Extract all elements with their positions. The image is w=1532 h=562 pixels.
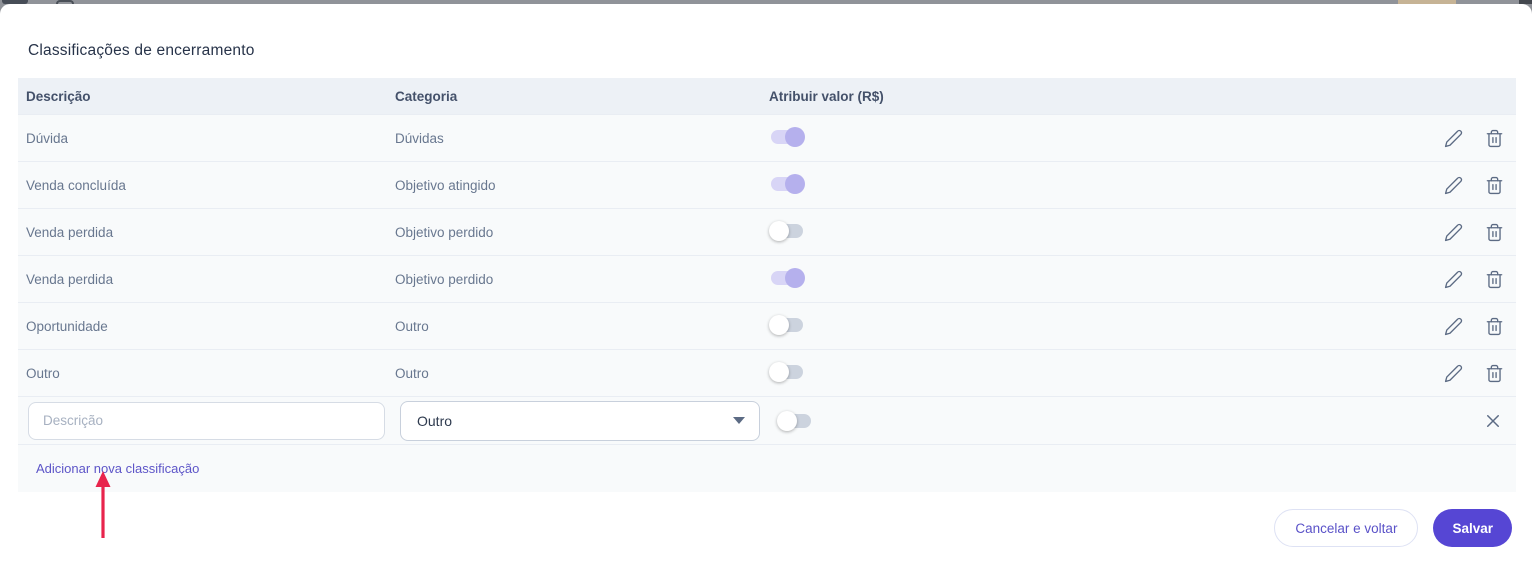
atribuir-valor-toggle[interactable]	[769, 314, 805, 336]
new-classification-row: Outro	[18, 396, 1516, 444]
pencil-icon[interactable]	[1444, 364, 1463, 383]
atribuir-valor-toggle[interactable]	[777, 410, 813, 432]
cell-categoria: Objetivo perdido	[395, 271, 494, 287]
cell-descricao: Venda perdida	[26, 271, 114, 287]
column-header-atribuir-valor: Atribuir valor (R$)	[769, 88, 884, 104]
trash-icon[interactable]	[1485, 223, 1504, 242]
classifications-table: Descrição Categoria Atribuir valor (R$) …	[18, 78, 1516, 492]
table-row: Dúvida Dúvidas	[18, 114, 1516, 161]
toggle-thumb	[785, 173, 805, 194]
save-button[interactable]: Salvar	[1433, 509, 1512, 547]
toggle-thumb	[777, 410, 797, 431]
chevron-down-icon	[733, 417, 745, 424]
atribuir-valor-toggle[interactable]	[769, 173, 805, 195]
cell-descricao: Dúvida	[26, 130, 69, 146]
atribuir-valor-toggle[interactable]	[769, 361, 805, 383]
toggle-thumb	[785, 267, 805, 288]
pencil-icon[interactable]	[1444, 223, 1463, 242]
cell-atribuir-valor	[769, 173, 1444, 198]
table-row: Venda perdida Objetivo perdido	[18, 255, 1516, 302]
cell-categoria: Objetivo perdido	[395, 224, 494, 240]
row-actions	[1444, 364, 1516, 383]
pencil-icon[interactable]	[1444, 176, 1463, 195]
page-title: Classificações de encerramento	[28, 42, 255, 59]
trash-icon[interactable]	[1485, 176, 1504, 195]
cell-categoria: Outro	[395, 365, 429, 381]
row-actions	[1444, 317, 1516, 336]
pencil-icon[interactable]	[1444, 317, 1463, 336]
cell-descricao: Venda perdida	[26, 224, 114, 240]
table-header: Descrição Categoria Atribuir valor (R$)	[18, 78, 1516, 114]
toggle-thumb	[785, 126, 805, 147]
trash-icon[interactable]	[1485, 129, 1504, 148]
table-row: Venda concluída Objetivo atingido	[18, 161, 1516, 208]
cell-atribuir-valor	[769, 126, 1444, 151]
atribuir-valor-toggle[interactable]	[769, 267, 805, 289]
descricao-input[interactable]	[28, 401, 385, 440]
categoria-select[interactable]: Outro	[400, 400, 760, 441]
add-new-classification-link[interactable]: Adicionar nova classificação	[36, 461, 199, 476]
row-actions	[1444, 223, 1516, 242]
categoria-select-value: Outro	[417, 412, 453, 429]
trash-icon[interactable]	[1485, 270, 1504, 289]
column-header-categoria: Categoria	[395, 88, 458, 104]
toggle-thumb	[769, 220, 789, 241]
table-row: Venda perdida Objetivo perdido	[18, 208, 1516, 255]
trash-icon[interactable]	[1485, 317, 1504, 336]
row-actions	[1444, 129, 1516, 148]
toggle-thumb	[769, 314, 789, 335]
cell-descricao: Outro	[26, 365, 60, 381]
cell-atribuir-valor	[769, 220, 1444, 245]
cell-categoria: Dúvidas	[395, 130, 444, 146]
atribuir-valor-toggle[interactable]	[769, 126, 805, 148]
table-row: Outro Outro	[18, 349, 1516, 396]
cell-descricao: Venda concluída	[26, 177, 126, 193]
row-actions	[1444, 270, 1516, 289]
table-body: Dúvida Dúvidas Venda concluída Objetivo …	[18, 114, 1516, 396]
row-actions	[1444, 176, 1516, 195]
cell-categoria: Outro	[395, 318, 429, 334]
trash-icon[interactable]	[1485, 364, 1504, 383]
settings-modal: Classificações de encerramento Descrição…	[0, 4, 1532, 562]
x-icon[interactable]	[1484, 412, 1502, 430]
cell-descricao: Oportunidade	[26, 318, 108, 334]
pencil-icon[interactable]	[1444, 129, 1463, 148]
cell-atribuir-valor	[769, 267, 1444, 292]
atribuir-valor-toggle[interactable]	[769, 220, 805, 242]
toggle-thumb	[769, 361, 789, 382]
modal-footer: Cancelar e voltar Salvar	[1274, 509, 1512, 547]
column-header-descricao: Descrição	[26, 88, 91, 104]
cell-atribuir-valor	[769, 361, 1444, 386]
add-link-row: Adicionar nova classificação	[18, 444, 1516, 492]
pencil-icon[interactable]	[1444, 270, 1463, 289]
cell-categoria: Objetivo atingido	[395, 177, 496, 193]
cell-atribuir-valor	[769, 314, 1444, 339]
cancel-button[interactable]: Cancelar e voltar	[1274, 509, 1419, 547]
table-row: Oportunidade Outro	[18, 302, 1516, 349]
